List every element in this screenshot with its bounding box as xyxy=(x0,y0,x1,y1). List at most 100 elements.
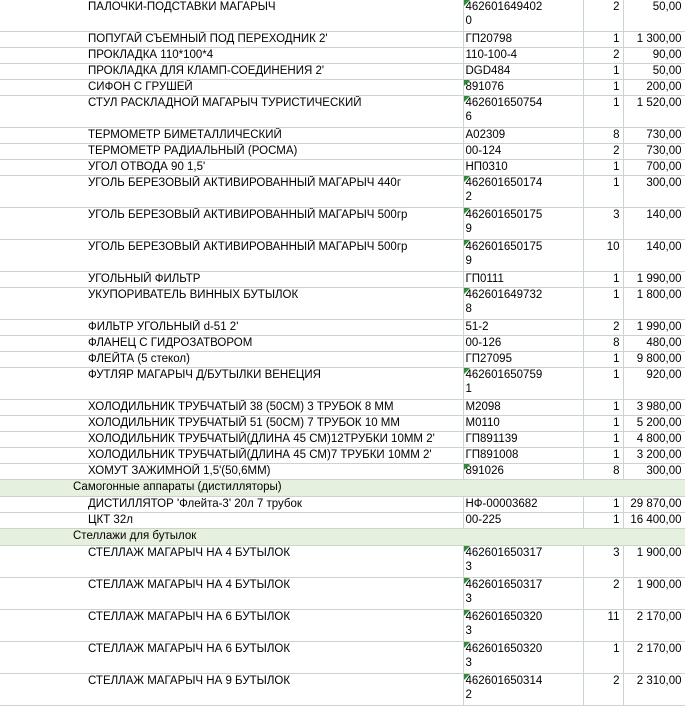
row-indent-cell[interactable] xyxy=(0,95,88,128)
cell-article[interactable]: 00-126 xyxy=(463,335,584,352)
cell-product-name[interactable]: СИФОН С ГРУШЕЙ xyxy=(88,79,464,96)
cell-article[interactable]: 462601650175 9 xyxy=(463,239,584,272)
cell-quantity[interactable]: 2 xyxy=(583,577,624,610)
cell-quantity[interactable]: 11 xyxy=(583,609,624,642)
cell-price[interactable]: 730,00 xyxy=(623,127,685,144)
cell-price[interactable]: 50,00 xyxy=(623,63,685,80)
row-indent-cell[interactable] xyxy=(0,367,88,400)
cell-price[interactable]: 1 900,00 xyxy=(623,577,685,610)
cell-product-name[interactable]: ФИЛЬТР УГОЛЬНЫЙ d-51 2' xyxy=(88,319,464,336)
cell-price[interactable]: 300,00 xyxy=(623,463,685,480)
table-row[interactable]: УКУПОРИВАТЕЛЬ ВИННЫХ БУТЫЛОК 462601649732… xyxy=(0,287,685,320)
table-row[interactable]: ХОЛОДИЛЬНИК ТРУБЧАТЫЙ 51 (50СМ) 7 ТРУБОК… xyxy=(0,415,685,432)
row-indent-cell[interactable] xyxy=(0,63,88,80)
cell-quantity[interactable]: 1 xyxy=(583,641,624,674)
cell-article[interactable]: 462601650317 3 xyxy=(463,545,584,578)
cell-quantity[interactable]: 2 xyxy=(583,673,624,706)
cell-quantity[interactable]: 1 xyxy=(583,95,624,128)
cell-product-name[interactable]: СТЕЛЛАЖ МАГАРЫЧ НА 4 БУТЫЛОК xyxy=(88,545,464,578)
table-row[interactable]: СТЕЛЛАЖ МАГАРЫЧ НА 6 БУТЫЛОК 462601650320… xyxy=(0,641,685,674)
row-indent-cell[interactable] xyxy=(0,47,88,64)
cell-product-name[interactable]: УГОЛЬ БЕРЕЗОВЫЙ АКТИВИРОВАННЫЙ МАГАРЫЧ 5… xyxy=(88,239,464,272)
table-row[interactable]: СТУЛ РАСКЛАДНОЙ МАГАРЫЧ ТУРИСТИЧЕСКИЙ 462… xyxy=(0,95,685,128)
table-row[interactable]: ПРОКЛАДКА 110*100*4 110-100-4 2 90,00 xyxy=(0,47,685,64)
row-indent-cell[interactable] xyxy=(0,673,88,706)
row-indent-cell[interactable] xyxy=(0,287,88,320)
cell-quantity[interactable]: 1 xyxy=(583,496,624,513)
cell-product-name[interactable]: ХОЛОДИЛЬНИК ТРУБЧАТЫЙ(ДЛИНА 45 СМ)7 ТРУБ… xyxy=(88,447,464,464)
cell-quantity[interactable]: 8 xyxy=(583,127,624,144)
row-indent-cell[interactable] xyxy=(0,175,88,208)
table-row[interactable]: ПОПУГАЙ СЪЕМНЫЙ ПОД ПЕРЕХОДНИК 2' ГП20798… xyxy=(0,31,685,48)
cell-article[interactable]: 462601650320 3 xyxy=(463,641,584,674)
cell-product-name[interactable]: УГОЛЬНЫЙ ФИЛЬТР xyxy=(88,271,464,288)
cell-price[interactable]: 2 170,00 xyxy=(623,609,685,642)
cell-article[interactable]: 462601650174 2 xyxy=(463,175,584,208)
table-row[interactable]: ХОЛОДИЛЬНИК ТРУБЧАТЫЙ(ДЛИНА 45 СМ)7 ТРУБ… xyxy=(0,447,685,464)
cell-price[interactable]: 29 870,00 xyxy=(623,496,685,513)
cell-product-name[interactable]: ПРОКЛАДКА ДЛЯ КЛАМП-СОЕДИНЕНИЯ 2' xyxy=(88,63,464,80)
cell-quantity[interactable]: 1 xyxy=(583,415,624,432)
cell-article[interactable]: ГП891139 xyxy=(463,431,584,448)
cell-article[interactable]: 462601650754 6 xyxy=(463,95,584,128)
row-indent-cell[interactable] xyxy=(0,496,88,513)
table-row[interactable]: ТЕРМОМЕТР БИМЕТАЛЛИЧЕСКИЙ А02309 8 730,00 xyxy=(0,127,685,144)
cell-product-name[interactable]: ХОЛОДИЛЬНИК ТРУБЧАТЫЙ 51 (50СМ) 7 ТРУБОК… xyxy=(88,415,464,432)
cell-article[interactable]: ГП891008 xyxy=(463,447,584,464)
row-indent-cell[interactable] xyxy=(0,239,88,272)
cell-quantity[interactable]: 1 xyxy=(583,512,624,529)
cell-product-name[interactable]: СТЕЛЛАЖ МАГАРЫЧ НА 9 БУТЫЛОК xyxy=(88,673,464,706)
cell-product-name[interactable]: СТУЛ РАСКЛАДНОЙ МАГАРЫЧ ТУРИСТИЧЕСКИЙ xyxy=(88,95,464,128)
table-row[interactable]: ДИСТИЛЛЯТОР 'Флейта-3' 20л 7 трубок НФ-00… xyxy=(0,496,685,513)
cell-price[interactable]: 4 800,00 xyxy=(623,431,685,448)
table-row[interactable]: СТЕЛЛАЖ МАГАРЫЧ НА 9 БУТЫЛОК 462601650314… xyxy=(0,673,685,706)
cell-article[interactable]: 00-225 xyxy=(463,512,584,529)
cell-product-name[interactable]: УГОЛ ОТВОДА 90 1,5' xyxy=(88,159,464,176)
cell-product-name[interactable]: ХОЛОДИЛЬНИК ТРУБЧАТЫЙ(ДЛИНА 45 СМ)12ТРУБ… xyxy=(88,431,464,448)
cell-article[interactable]: 110-100-4 xyxy=(463,47,584,64)
cell-price[interactable]: 3 980,00 xyxy=(623,399,685,416)
table-row[interactable]: УГОЛЬ БЕРЕЗОВЫЙ АКТИВИРОВАННЫЙ МАГАРЫЧ 5… xyxy=(0,207,685,240)
cell-article[interactable]: М0110 xyxy=(463,415,584,432)
cell-price[interactable]: 2 170,00 xyxy=(623,641,685,674)
cell-quantity[interactable]: 1 xyxy=(583,63,624,80)
cell-quantity[interactable]: 2 xyxy=(583,0,624,32)
row-indent-cell[interactable] xyxy=(0,127,88,144)
cell-price[interactable]: 5 200,00 xyxy=(623,415,685,432)
cell-quantity[interactable]: 1 xyxy=(583,351,624,368)
row-indent-cell[interactable] xyxy=(0,641,88,674)
cell-product-name[interactable]: ДИСТИЛЛЯТОР 'Флейта-3' 20л 7 трубок xyxy=(88,496,464,513)
cell-quantity[interactable]: 1 xyxy=(583,287,624,320)
cell-quantity[interactable]: 1 xyxy=(583,367,624,400)
row-indent-cell[interactable] xyxy=(0,31,88,48)
cell-price[interactable]: 2 310,00 xyxy=(623,673,685,706)
cell-product-name[interactable]: УГОЛЬ БЕРЕЗОВЫЙ АКТИВИРОВАННЫЙ МАГАРЫЧ 4… xyxy=(88,175,464,208)
cell-product-name[interactable]: ПРОКЛАДКА 110*100*4 xyxy=(88,47,464,64)
cell-quantity[interactable]: 1 xyxy=(583,175,624,208)
cell-price[interactable]: 1 800,00 xyxy=(623,287,685,320)
cell-article[interactable]: 462601650759 1 xyxy=(463,367,584,400)
cell-quantity[interactable]: 1 xyxy=(583,431,624,448)
cell-quantity[interactable]: 1 xyxy=(583,271,624,288)
group-header-row[interactable]: Стеллажи для бутылок xyxy=(0,528,685,546)
cell-quantity[interactable]: 8 xyxy=(583,463,624,480)
table-row[interactable]: ТЕРМОМЕТР РАДИАЛЬНЫЙ (РОСМА) 00-124 2 730,0… xyxy=(0,143,685,160)
cell-quantity[interactable]: 8 xyxy=(583,335,624,352)
cell-product-name[interactable]: ЦКТ 32л xyxy=(88,512,464,529)
group-header-label[interactable]: Стеллажи для бутылок xyxy=(0,528,685,546)
cell-quantity[interactable]: 2 xyxy=(583,143,624,160)
cell-price[interactable]: 700,00 xyxy=(623,159,685,176)
cell-price[interactable]: 200,00 xyxy=(623,79,685,96)
table-row[interactable]: СТЕЛЛАЖ МАГАРЫЧ НА 4 БУТЫЛОК 462601650317… xyxy=(0,545,685,578)
cell-product-name[interactable]: ФУТЛЯР МАГАРЫЧ Д/БУТЫЛКИ ВЕНЕЦИЯ xyxy=(88,367,464,400)
table-row[interactable]: СИФОН С ГРУШЕЙ 891076 1 200,00 xyxy=(0,79,685,96)
cell-quantity[interactable]: 3 xyxy=(583,207,624,240)
cell-article[interactable]: НФ-00003682 xyxy=(463,496,584,513)
cell-article[interactable]: DGD484 xyxy=(463,63,584,80)
cell-price[interactable]: 730,00 xyxy=(623,143,685,160)
table-row[interactable]: УГОЛ ОТВОДА 90 1,5' НП0310 1 700,00 xyxy=(0,159,685,176)
cell-quantity[interactable]: 2 xyxy=(583,47,624,64)
cell-article[interactable]: 462601649732 8 xyxy=(463,287,584,320)
table-row[interactable]: ФИЛЬТР УГОЛЬНЫЙ d-51 2' 51-2 2 1 990,00 xyxy=(0,319,685,336)
cell-quantity[interactable]: 10 xyxy=(583,239,624,272)
